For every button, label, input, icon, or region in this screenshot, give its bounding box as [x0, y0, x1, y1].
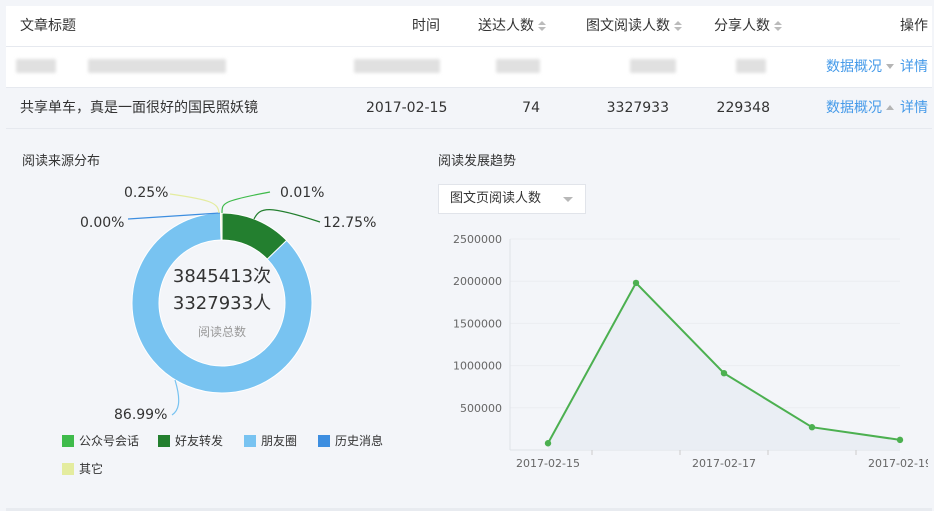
row-title: 共享单车，真是一面很好的国民照妖镜 — [20, 100, 258, 116]
sort-icon[interactable] — [774, 21, 782, 31]
detail-link[interactable]: 详情 — [900, 59, 928, 75]
source-panel-title: 阅读来源分布 — [22, 154, 101, 169]
legend-item[interactable]: 朋友圈 — [244, 432, 297, 450]
legend-swatch — [318, 434, 330, 447]
table-row: 共享单车，真是一面很好的国民照妖镜 2017-02-15 74 3327933 … — [6, 88, 932, 129]
row-sent: 74 — [522, 100, 540, 116]
table-header: 文章标题 时间 送达人数 图文阅读人数 分享人数 操作 — [6, 6, 932, 47]
row-actions: 数据概况 详情 — [806, 47, 928, 87]
sort-icon[interactable] — [674, 21, 682, 31]
x-tick-label: 2017-02-15 — [516, 457, 580, 470]
article-analytics-page: 文章标题 时间 送达人数 图文阅读人数 分享人数 操作 数据概况 详情 共享单车，… — [0, 0, 934, 511]
chevron-up-icon[interactable] — [886, 104, 894, 110]
source-donut-chart: 3845413次 3327933人 阅读总数 0.01% 12.75% 86.99%… — [80, 185, 376, 423]
slice-label: 86.99% — [114, 407, 167, 423]
header-title: 文章标题 — [20, 18, 76, 34]
data-point — [544, 440, 552, 447]
redacted-time — [354, 59, 440, 73]
header-sent-label: 送达人数 — [478, 18, 534, 34]
data-point — [896, 436, 904, 444]
header-time: 时间 — [412, 18, 440, 34]
legend-label: 其它 — [79, 462, 104, 476]
detail-link[interactable]: 详情 — [900, 100, 928, 116]
overview-link[interactable]: 数据概况 — [826, 59, 882, 75]
trend-panel-title: 阅读发展趋势 — [438, 154, 517, 169]
row-share: 229348 — [716, 100, 770, 116]
overview-link[interactable]: 数据概况 — [826, 100, 882, 116]
legend-swatch — [62, 434, 74, 447]
legend-swatch — [158, 434, 170, 447]
y-tick-label: 2500000 — [453, 233, 502, 246]
metric-select[interactable]: 图文页阅读人数 — [438, 184, 586, 214]
redacted-sent — [496, 59, 540, 73]
legend-item[interactable]: 其它 — [62, 460, 103, 478]
x-tick-label: 2017-02-17 — [692, 457, 756, 470]
legend-label: 历史消息 — [335, 434, 384, 448]
leader-line — [253, 209, 321, 223]
leader-line — [169, 193, 220, 214]
leader-line — [171, 379, 180, 416]
donut-slice — [220, 212, 223, 241]
y-tick-label: 1000000 — [453, 360, 502, 373]
row-actions: 数据概况 详情 — [806, 88, 928, 128]
legend-item[interactable]: 好友转发 — [158, 432, 223, 450]
slice-label: 0.00% — [80, 215, 124, 231]
x-tick-label: 2017-02-19 — [868, 457, 928, 470]
slice-label: 0.25% — [124, 185, 168, 201]
header-read-label: 图文阅读人数 — [586, 18, 670, 34]
redacted-share — [736, 59, 766, 73]
row-read: 3327933 — [606, 100, 669, 116]
legend-label: 好友转发 — [175, 434, 224, 448]
slice-label: 12.75% — [323, 215, 376, 231]
legend-item[interactable]: 历史消息 — [318, 432, 383, 450]
data-point — [720, 369, 728, 377]
legend-label: 朋友圈 — [261, 434, 298, 448]
legend-label: 公众号会话 — [79, 434, 140, 448]
chevron-down-icon[interactable] — [886, 63, 894, 69]
article-table: 文章标题 时间 送达人数 图文阅读人数 分享人数 操作 数据概况 详情 共享单车，… — [6, 6, 932, 129]
data-point — [808, 424, 816, 431]
y-tick-label: 2000000 — [453, 275, 502, 288]
header-share[interactable]: 分享人数 — [704, 6, 782, 46]
trend-line-chart: 2500000 2000000 1500000 1000000 500000 2017-0… — [453, 233, 928, 470]
legend-item[interactable]: 公众号会话 — [62, 432, 139, 450]
metric-select-value: 图文页阅读人数 — [450, 191, 542, 206]
donut-caption: 阅读总数 — [198, 324, 246, 339]
redacted-read — [630, 59, 676, 73]
table-row: 数据概况 详情 — [6, 47, 932, 88]
sort-icon[interactable] — [538, 21, 546, 31]
y-tick-label: 500000 — [460, 402, 502, 415]
series-area — [548, 282, 900, 450]
redacted-title — [88, 59, 226, 73]
y-tick-label: 1500000 — [453, 317, 502, 330]
slice-label: 0.01% — [280, 185, 324, 201]
leader-line — [221, 191, 271, 214]
header-share-label: 分享人数 — [714, 18, 770, 34]
legend-swatch — [62, 462, 74, 475]
donut-total-users: 3327933人 — [173, 293, 271, 314]
row-time: 2017-02-15 — [366, 100, 448, 116]
header-op: 操作 — [900, 18, 928, 34]
data-point — [632, 279, 640, 287]
chevron-down-icon — [563, 197, 573, 202]
header-read[interactable]: 图文阅读人数 — [577, 6, 682, 46]
redacted-title — [16, 59, 56, 73]
donut-total-reads: 3845413次 — [173, 266, 271, 287]
header-sent[interactable]: 送达人数 — [476, 6, 546, 46]
legend-swatch — [244, 434, 256, 447]
